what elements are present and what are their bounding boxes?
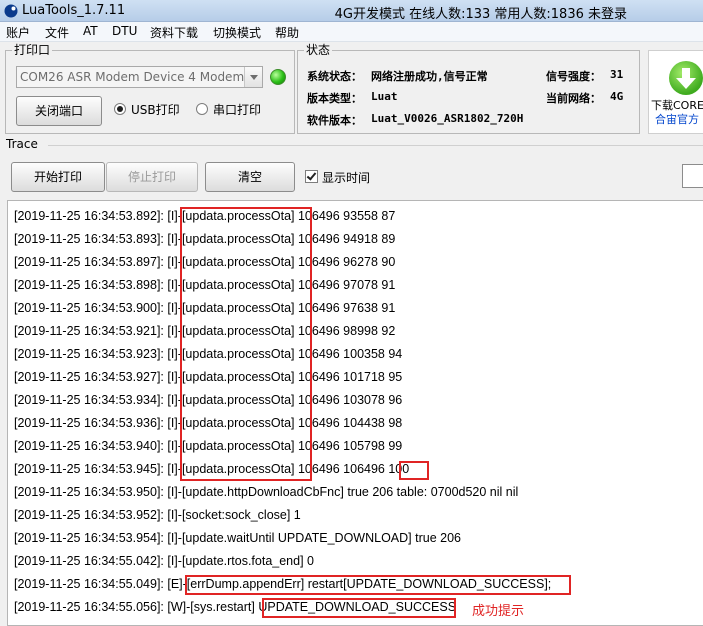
title-bar: LuaTools_1.7.11 4G开发模式 在线人数:133 常用人数:183… — [0, 0, 703, 22]
show-time-label: 显示时间 — [322, 171, 371, 185]
success-hint-note: 成功提示 — [472, 604, 525, 619]
port-select[interactable]: COM26 ASR Modem Device 4 Modem — [16, 66, 263, 88]
clear-button[interactable]: 清空 — [205, 162, 295, 192]
window-title: LuaTools_1.7.11 — [22, 3, 126, 18]
port-select-value: COM26 ASR Modem Device 4 Modem — [20, 70, 244, 84]
close-port-button[interactable]: 关闭端口 — [16, 96, 102, 126]
trace-divider — [48, 145, 703, 146]
version-type-value: Luat — [371, 90, 398, 103]
print-port-title: 打印口 — [12, 43, 53, 57]
filter-input[interactable] — [682, 164, 703, 188]
official-link[interactable]: 合宙官方 — [655, 111, 699, 127]
download-arrow-icon — [669, 61, 703, 95]
log-line: [2019-11-25 16:34:53.952]: [I]-[socket:s… — [14, 508, 301, 522]
app-logo-icon — [4, 4, 18, 18]
menu-file[interactable]: 文件 — [45, 24, 69, 41]
signal-strength-value: 31 — [610, 68, 624, 81]
show-time-checkbox[interactable] — [305, 170, 318, 183]
menu-at[interactable]: AT — [83, 24, 98, 38]
port-dropdown-button[interactable] — [244, 67, 262, 87]
checkmark-icon — [306, 170, 317, 181]
status-title: 状态 — [304, 43, 333, 57]
firmware-version-value: Luat_V0026_ASR1802_720H — [371, 112, 524, 125]
firmware-version-label: 软件版本： — [307, 114, 362, 127]
highlight-append-err — [185, 575, 571, 595]
trace-title: Trace — [6, 137, 38, 151]
arrow-down-icon — [676, 68, 696, 89]
highlight-download-success — [262, 598, 456, 618]
trace-log[interactable]: [2019-11-25 16:34:53.892]: [I]-[updata.p… — [7, 200, 703, 626]
menu-bar: 账户 文件 AT DTU 资料下载 切换模式 帮助 — [0, 22, 703, 42]
menu-dtu[interactable]: DTU — [112, 24, 137, 38]
highlight-process-ota — [180, 207, 312, 481]
log-line: [2019-11-25 16:34:53.950]: [I]-[update.h… — [14, 485, 519, 499]
usb-print-radio[interactable] — [114, 103, 126, 115]
menu-download-docs[interactable]: 资料下载 — [150, 24, 198, 41]
stop-print-button[interactable]: 停止打印 — [106, 162, 198, 192]
connection-status-icon — [270, 69, 286, 85]
current-network-label: 当前网络： — [546, 92, 601, 105]
signal-strength-label: 信号强度： — [546, 70, 601, 83]
start-print-button[interactable]: 开始打印 — [11, 162, 105, 192]
serial-print-label: 串口打印 — [213, 103, 262, 117]
menu-account[interactable]: 账户 — [6, 24, 30, 41]
system-status-label: 系统状态： — [307, 70, 362, 83]
current-network-value: 4G — [610, 90, 624, 103]
log-line: [2019-11-25 16:34:53.954]: [I]-[update.w… — [14, 531, 461, 545]
highlight-progress-100 — [399, 461, 429, 480]
mode-status-text: 4G开发模式 在线人数:133 常用人数:1836 未登录 — [334, 7, 627, 22]
menu-help[interactable]: 帮助 — [275, 24, 299, 41]
system-status-value: 网络注册成功,信号正常 — [371, 70, 488, 83]
usb-print-label: USB打印 — [131, 103, 180, 117]
chevron-down-icon — [250, 75, 258, 80]
serial-print-radio[interactable] — [196, 103, 208, 115]
download-core-panel[interactable]: 下载CORE(. 合宙官方 — [648, 50, 703, 134]
version-type-label: 版本类型： — [307, 92, 362, 105]
menu-switch-mode[interactable]: 切换模式 — [213, 24, 261, 41]
log-line: [2019-11-25 16:34:55.042]: [I]-[update.r… — [14, 554, 314, 568]
